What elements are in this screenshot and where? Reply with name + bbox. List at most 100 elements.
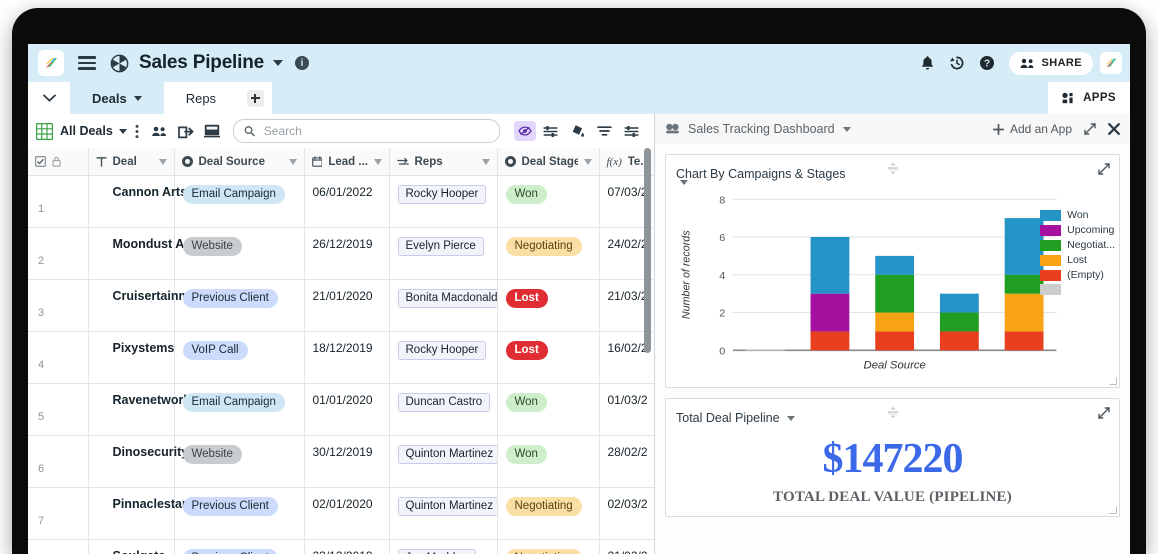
th-lead-date[interactable]: Lead ...: [304, 148, 389, 176]
hide-fields-eye-icon[interactable]: [514, 121, 536, 141]
share-button[interactable]: SHARE: [1009, 52, 1093, 75]
collapse-chevron-down-icon[interactable]: [28, 82, 70, 114]
cell-deal-stage[interactable]: Negotiating: [497, 488, 599, 540]
filter-icon[interactable]: [591, 119, 617, 143]
legend-item[interactable]: Upcoming: [1040, 224, 1115, 236]
user-avatar-icon[interactable]: [1100, 52, 1122, 74]
table-row[interactable]: 5RavenetworksEmail Campaign01/01/2020Dun…: [28, 384, 654, 436]
cell-deal-source[interactable]: Email Campaign: [174, 176, 304, 228]
share-export-icon[interactable]: [173, 119, 199, 143]
cell-deal-stage[interactable]: Won: [497, 176, 599, 228]
table-row[interactable]: 2Moondust ArtsWebsite26/12/2019Evelyn Pi…: [28, 228, 654, 280]
cell-lead-date[interactable]: 26/12/2019: [304, 228, 389, 280]
present-screen-icon[interactable]: [199, 119, 225, 143]
table-row[interactable]: 1Cannon ArtsEmail Campaign06/01/2022Rock…: [28, 176, 654, 228]
cell-deal-source[interactable]: Email Campaign: [174, 384, 304, 436]
chevron-down-icon[interactable]: [843, 127, 851, 132]
search-input[interactable]: [262, 123, 489, 139]
table-row[interactable]: 6DinosecurityWebsite30/12/2019Quinton Ma…: [28, 436, 654, 488]
group-icon[interactable]: [618, 119, 644, 143]
checkbox-icon[interactable]: [35, 156, 46, 167]
chart-resize-handle[interactable]: [1109, 377, 1117, 385]
cell-rep[interactable]: Quinton Martinez: [389, 436, 497, 488]
table-row[interactable]: 8SoulgatePrevious Client23/12/2019Jay Ma…: [28, 540, 654, 554]
cell-deal-stage[interactable]: Negotiating: [497, 228, 599, 280]
cell-rep[interactable]: Jay Maddox: [389, 540, 497, 554]
drag-grip-icon[interactable]: [886, 162, 899, 175]
cell-deal-stage[interactable]: Lost: [497, 332, 599, 384]
stack-logo-icon[interactable]: [38, 50, 64, 76]
cell-deal-stage[interactable]: Won: [497, 436, 599, 488]
add-tab-button[interactable]: [238, 82, 272, 114]
cell-deal[interactable]: Soulgate: [88, 540, 174, 554]
cell-deal-source[interactable]: Website: [174, 228, 304, 280]
cell-lead-date[interactable]: 01/01/2020: [304, 384, 389, 436]
chevron-down-icon[interactable]: [787, 416, 795, 421]
grid-vertical-scrollbar[interactable]: [644, 148, 651, 353]
drag-grip-icon[interactable]: [886, 406, 899, 419]
cell-deal[interactable]: Pixystems: [88, 332, 174, 384]
tab-reps[interactable]: Reps: [164, 82, 238, 114]
cell-deal[interactable]: Moondust Arts: [88, 228, 174, 280]
cell-rep[interactable]: Bonita Macdonald: [389, 280, 497, 332]
hamburger-menu-icon[interactable]: [78, 56, 96, 70]
table-row[interactable]: 3CruisertainmentPrevious Client21/01/202…: [28, 280, 654, 332]
pinwheel-app-icon[interactable]: [110, 54, 129, 73]
legend-item[interactable]: Won: [1040, 209, 1115, 221]
color-fill-icon[interactable]: [564, 119, 590, 143]
cell-deal-source[interactable]: Previous Client: [174, 488, 304, 540]
chevron-down-icon[interactable]: [273, 60, 283, 66]
expand-diagonal-icon[interactable]: [1084, 123, 1096, 135]
kebab-more-icon[interactable]: [127, 119, 147, 143]
th-deal-source[interactable]: Deal Source: [174, 148, 304, 176]
cell-lead-date[interactable]: 06/01/2022: [304, 176, 389, 228]
sort-icon[interactable]: [537, 119, 563, 143]
members-icon[interactable]: [147, 119, 173, 143]
cell-text-formula[interactable]: 21/02/2: [599, 540, 654, 554]
cell-deal-stage[interactable]: Negotiating: [497, 540, 599, 554]
cell-rep[interactable]: Duncan Castro: [389, 384, 497, 436]
chevron-down-icon[interactable]: [134, 96, 142, 101]
add-an-app-button[interactable]: Add an App: [993, 122, 1072, 136]
cell-deal-stage[interactable]: Lost: [497, 280, 599, 332]
cell-rep[interactable]: Rocky Hooper: [389, 332, 497, 384]
cell-deal[interactable]: Cannon Arts: [88, 176, 174, 228]
legend-item[interactable]: Negotiat...: [1040, 239, 1115, 251]
chevron-down-icon[interactable]: [119, 129, 127, 134]
cell-lead-date[interactable]: 02/01/2020: [304, 488, 389, 540]
help-question-icon[interactable]: ?: [972, 48, 1002, 78]
th-deal-stage[interactable]: Deal Stage: [497, 148, 599, 176]
cell-text-formula[interactable]: 28/02/2: [599, 436, 654, 488]
green-grid-icon[interactable]: [36, 123, 53, 140]
table-row[interactable]: 4PixystemsVoIP Call18/12/2019Rocky Hoope…: [28, 332, 654, 384]
cell-deal-source[interactable]: Website: [174, 436, 304, 488]
cell-lead-date[interactable]: 30/12/2019: [304, 436, 389, 488]
cell-deal-stage[interactable]: Won: [497, 384, 599, 436]
kpi-resize-handle[interactable]: [1109, 506, 1117, 514]
kpi-expand-diagonal-icon[interactable]: [1098, 407, 1110, 419]
th-deal[interactable]: Deal: [88, 148, 174, 176]
cell-deal[interactable]: Cruisertainment: [88, 280, 174, 332]
cell-text-formula[interactable]: 02/03/2: [599, 488, 654, 540]
apps-button[interactable]: APPS: [1048, 82, 1130, 114]
legend-item[interactable]: [1040, 284, 1115, 295]
cell-deal[interactable]: Ravenetworks: [88, 384, 174, 436]
grid-table-wrap[interactable]: Deal Deal Source: [28, 148, 654, 554]
info-icon[interactable]: i: [295, 56, 309, 70]
cell-deal[interactable]: Pinnaclestar: [88, 488, 174, 540]
cell-deal-source[interactable]: Previous Client: [174, 540, 304, 554]
cell-deal-source[interactable]: VoIP Call: [174, 332, 304, 384]
cell-lead-date[interactable]: 21/01/2020: [304, 280, 389, 332]
chevron-down-icon[interactable]: [482, 159, 490, 165]
chevron-down-icon[interactable]: [289, 159, 297, 165]
cell-rep[interactable]: Quinton Martinez: [389, 488, 497, 540]
tab-deals[interactable]: Deals: [70, 82, 164, 114]
cell-lead-date[interactable]: 23/12/2019: [304, 540, 389, 554]
cell-deal-source[interactable]: Previous Client: [174, 280, 304, 332]
cell-deal[interactable]: Dinosecurity: [88, 436, 174, 488]
close-x-icon[interactable]: [1108, 123, 1120, 135]
table-row[interactable]: 7PinnaclestarPrevious Client02/01/2020Qu…: [28, 488, 654, 540]
chart-expand-diagonal-icon[interactable]: [1098, 163, 1110, 175]
legend-item[interactable]: Lost: [1040, 254, 1115, 266]
chevron-down-icon[interactable]: [680, 180, 688, 185]
